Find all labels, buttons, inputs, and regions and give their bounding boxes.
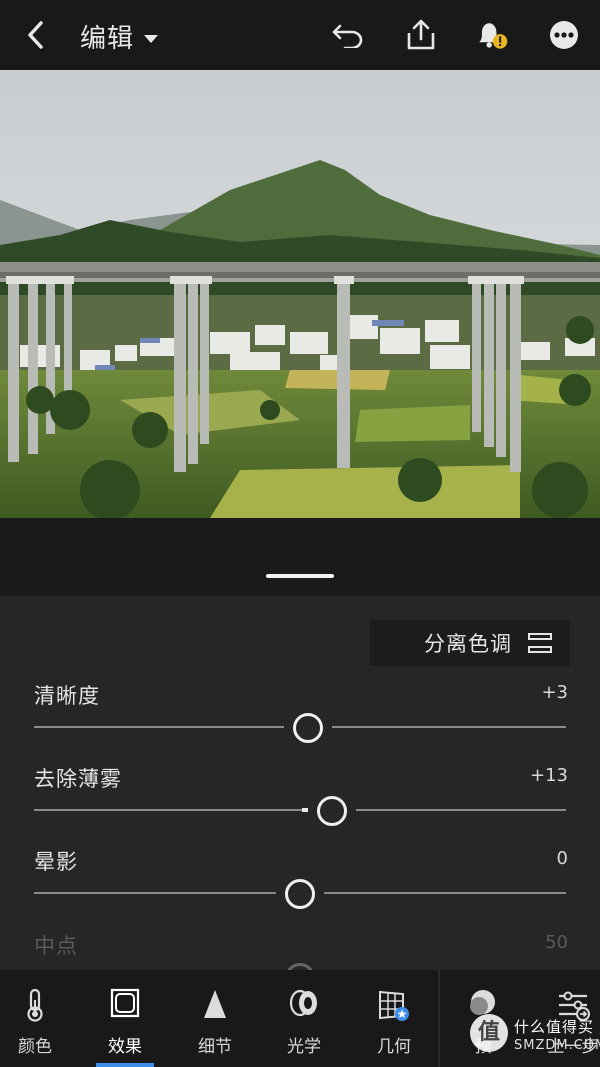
slider-thumb[interactable] bbox=[285, 879, 315, 909]
effects-icon bbox=[80, 988, 170, 1022]
tab-optics-label: 光学 bbox=[287, 1037, 321, 1057]
slider-track[interactable] bbox=[34, 809, 308, 811]
undo-icon[interactable] bbox=[329, 16, 367, 54]
slider-value: 0 bbox=[556, 848, 568, 869]
tab-geometry-label: 几何 bbox=[377, 1037, 411, 1057]
tab-effects-label: 效果 bbox=[108, 1037, 142, 1057]
slider-thumb[interactable] bbox=[316, 796, 347, 826]
slider-row: 清晰度 +3 bbox=[0, 680, 600, 764]
slider-track[interactable] bbox=[34, 892, 276, 894]
tab-geometry[interactable]: 几何 bbox=[349, 970, 439, 1067]
slider-value: 50 bbox=[545, 932, 568, 953]
slider-track[interactable] bbox=[331, 726, 566, 728]
tab-detail-label: 细节 bbox=[198, 1037, 232, 1057]
slider-track[interactable] bbox=[324, 892, 566, 894]
split-toning-label: 分离色调 bbox=[424, 632, 512, 656]
thermometer-icon bbox=[0, 988, 80, 1022]
slider-value: +13 bbox=[530, 765, 568, 786]
top-bar: 编辑 bbox=[0, 0, 600, 70]
back-icon[interactable] bbox=[17, 16, 55, 54]
slider-label: 清晰度 bbox=[34, 684, 100, 708]
slider-track[interactable] bbox=[34, 726, 284, 728]
slider-track[interactable] bbox=[355, 809, 566, 811]
slider-row: 去除薄雾 +13 bbox=[0, 763, 600, 847]
detail-triangle-icon bbox=[170, 988, 260, 1022]
split-toning-button[interactable]: 分离色调 bbox=[370, 620, 570, 666]
notification-alert-icon[interactable] bbox=[472, 16, 510, 54]
slider-fill bbox=[302, 808, 308, 812]
watermark: 值 什么值得买 SMZDM.COM bbox=[470, 1010, 600, 1060]
watermark-badge: 值 bbox=[470, 1014, 508, 1052]
more-icon[interactable] bbox=[545, 16, 583, 54]
panel-drag-area[interactable] bbox=[0, 518, 600, 596]
share-icon[interactable] bbox=[402, 16, 440, 54]
watermark-line2: SMZDM.COM bbox=[514, 1038, 600, 1053]
tab-color-label: 颜色 bbox=[18, 1037, 52, 1057]
edit-mode-dropdown[interactable]: 编辑 bbox=[80, 18, 159, 55]
geometry-icon bbox=[349, 988, 439, 1022]
photo-preview[interactable] bbox=[0, 70, 600, 518]
tab-color[interactable]: 颜色 bbox=[0, 970, 80, 1067]
split-toning-icon bbox=[528, 633, 552, 653]
tab-detail[interactable]: 细节 bbox=[170, 970, 260, 1067]
active-tab-indicator bbox=[96, 1063, 154, 1067]
slider-label: 晕影 bbox=[34, 850, 78, 874]
slider-label: 中点 bbox=[34, 934, 78, 958]
slider-thumb[interactable] bbox=[285, 963, 315, 970]
tab-effects[interactable]: 效果 bbox=[80, 970, 170, 1067]
page-title: 编辑 bbox=[80, 24, 135, 54]
slider-row: 晕影 0 bbox=[0, 846, 600, 930]
slider-label: 去除薄雾 bbox=[34, 767, 122, 791]
slider-row: 中点 50 bbox=[0, 930, 600, 970]
effects-panel: 分离色调 清晰度 +3 去除薄雾 +13 晕影 0 中点 50 bbox=[0, 596, 600, 970]
chevron-down-icon bbox=[144, 34, 159, 43]
tab-optics[interactable]: 光学 bbox=[259, 970, 349, 1067]
panel-drag-handle[interactable] bbox=[266, 574, 334, 578]
watermark-line1: 什么值得买 bbox=[514, 1018, 595, 1036]
slider-thumb[interactable] bbox=[292, 713, 323, 743]
slider-value: +3 bbox=[541, 682, 568, 703]
lens-icon bbox=[259, 988, 349, 1022]
